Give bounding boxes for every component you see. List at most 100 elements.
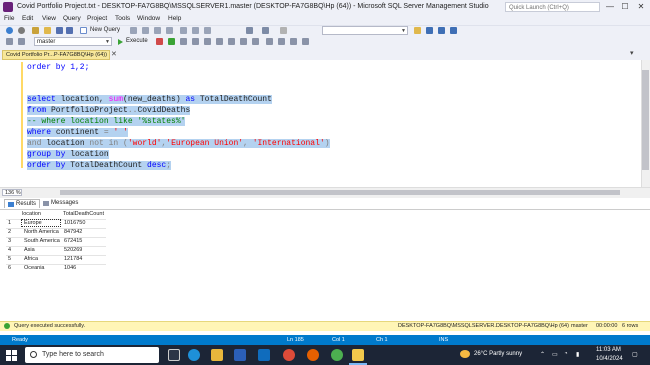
parse-icon[interactable]: [168, 38, 175, 45]
cell-location[interactable]: Oceania: [24, 264, 45, 273]
properties-icon[interactable]: [426, 27, 433, 34]
cell-count[interactable]: 672415: [64, 237, 82, 246]
editor-horizontal-scrollbar[interactable]: [60, 190, 620, 195]
cell-location[interactable]: South America: [24, 237, 60, 246]
cut-icon[interactable]: [180, 27, 187, 34]
results-to-text-icon[interactable]: [228, 38, 235, 45]
file-explorer-icon[interactable]: [211, 349, 223, 361]
dmx-query-icon[interactable]: [166, 27, 173, 34]
analysis-query-icon[interactable]: [142, 27, 149, 34]
cell-location[interactable]: North America: [24, 228, 59, 237]
cell-count[interactable]: 1016750: [64, 219, 85, 228]
find-in-files-icon[interactable]: [414, 27, 421, 34]
tab-results[interactable]: Results: [4, 199, 41, 208]
taskbar-search-placeholder[interactable]: Type here to search: [42, 351, 104, 358]
results-to-grid-icon[interactable]: [240, 38, 247, 45]
notification-icon[interactable]: ▢: [632, 351, 638, 358]
menu-edit[interactable]: Edit: [22, 15, 33, 22]
execute-icon[interactable]: [118, 39, 123, 45]
tab-covid-portfolio[interactable]: Covid Portfolio Pr...P-FA7G8BQ\Hp (64)): [2, 50, 110, 60]
close-button[interactable]: ✕: [634, 1, 648, 13]
available-databases-combo[interactable]: master ▼: [34, 37, 112, 46]
menu-tools[interactable]: Tools: [115, 15, 130, 22]
chrome-profile-icon[interactable]: [331, 349, 343, 361]
cell-count[interactable]: 520269: [64, 246, 82, 255]
save-all-icon[interactable]: [66, 27, 73, 34]
query-designer-icon[interactable]: [192, 38, 199, 45]
execute-button[interactable]: Execute: [126, 38, 148, 44]
volume-icon[interactable]: ◔: [564, 351, 568, 357]
mdx-query-icon[interactable]: [154, 27, 161, 34]
save-icon[interactable]: [56, 27, 63, 34]
cell-location[interactable]: Africa: [24, 255, 38, 264]
code-text: PortfolioProject: [46, 106, 128, 115]
cell-count[interactable]: 121784: [64, 255, 82, 264]
menu-project[interactable]: Project: [87, 15, 107, 22]
ssms-taskbar-icon[interactable]: [352, 349, 364, 361]
quick-launch-input[interactable]: Quick Launch (Ctrl+Q): [505, 2, 600, 12]
code-line-order-by: order by TotalDeathCount desc;: [27, 160, 172, 171]
weather-icon[interactable]: [460, 350, 470, 358]
store-icon[interactable]: [234, 349, 246, 361]
column-header-totaldeathcount[interactable]: TotalDeathCount: [63, 210, 104, 219]
grid-line: [6, 246, 106, 247]
display-plan-icon[interactable]: [180, 38, 187, 45]
menu-view[interactable]: View: [42, 15, 56, 22]
battery-icon[interactable]: ▮: [576, 351, 579, 358]
weather-text[interactable]: 26°C Partly sunny: [474, 351, 522, 357]
menu-file[interactable]: File: [4, 15, 14, 22]
disconnect-icon[interactable]: [18, 38, 25, 45]
back-icon[interactable]: [6, 27, 13, 34]
new-project-icon[interactable]: [32, 27, 39, 34]
open-file-icon[interactable]: [44, 27, 51, 34]
cell-location[interactable]: Asia: [24, 246, 35, 255]
windows-start-icon[interactable]: [6, 350, 17, 361]
mail-icon[interactable]: [258, 349, 270, 361]
taskbar-date[interactable]: 10/4/2024: [596, 356, 623, 362]
maximize-button[interactable]: ☐: [618, 1, 632, 13]
chrome-browser-icon[interactable]: [283, 349, 295, 361]
task-view-icon[interactable]: [168, 349, 180, 361]
solution-config-combo[interactable]: ▼: [322, 26, 408, 35]
taskbar-time[interactable]: 11:03 AM: [596, 347, 621, 353]
code-text: location: [41, 139, 90, 148]
forward-icon[interactable]: [18, 27, 25, 34]
toolbox-icon[interactable]: [450, 27, 457, 34]
column-header-location[interactable]: location: [22, 210, 41, 219]
menu-window[interactable]: Window: [137, 15, 160, 22]
firefox-browser-icon[interactable]: [307, 349, 319, 361]
edge-browser-icon[interactable]: [188, 349, 200, 361]
outdent-icon[interactable]: [290, 38, 297, 45]
comment-icon[interactable]: [266, 38, 273, 45]
paste-icon[interactable]: [204, 27, 211, 34]
kw-from: from: [27, 106, 47, 115]
copy-icon[interactable]: [192, 27, 199, 34]
cell-count[interactable]: 1046: [64, 264, 76, 273]
tab-list-chevron-icon[interactable]: ▾: [630, 49, 634, 57]
tab-messages[interactable]: Messages: [40, 199, 81, 208]
uncomment-icon[interactable]: [278, 38, 285, 45]
new-query-icon[interactable]: [80, 27, 87, 34]
database-engine-query-icon[interactable]: [130, 27, 137, 34]
tab-close-icon[interactable]: ✕: [111, 50, 117, 58]
navigate-icon[interactable]: [280, 27, 287, 34]
cancel-query-icon[interactable]: [156, 38, 163, 45]
menu-help[interactable]: Help: [168, 15, 181, 22]
undo-icon[interactable]: [246, 27, 253, 34]
redo-icon[interactable]: [262, 27, 269, 34]
menu-query[interactable]: Query: [63, 15, 81, 22]
connect-icon[interactable]: [6, 38, 13, 45]
network-icon[interactable]: ▭: [552, 351, 558, 358]
include-plan-icon[interactable]: [216, 38, 223, 45]
results-to-file-icon[interactable]: [252, 38, 259, 45]
editor-scroll-thumb[interactable]: [642, 70, 649, 170]
minimize-button[interactable]: —: [603, 1, 617, 13]
messages-icon: [43, 201, 49, 206]
object-explorer-icon[interactable]: [438, 27, 445, 34]
cell-count[interactable]: 847942: [64, 228, 82, 237]
tray-chevron-icon[interactable]: ⌃: [540, 351, 545, 358]
intellisense-icon[interactable]: [204, 38, 211, 45]
indent-icon[interactable]: [302, 38, 309, 45]
new-query-button[interactable]: New Query: [90, 27, 120, 33]
zoom-combo[interactable]: 136 %: [2, 189, 22, 196]
